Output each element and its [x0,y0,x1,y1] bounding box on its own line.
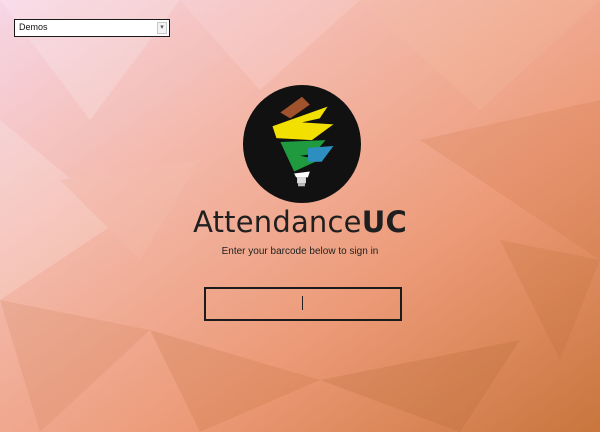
brand-name-bold: UC [361,205,407,239]
brand-name-light: Attendance [193,205,362,239]
app-brand: AttendanceUC [0,205,600,239]
chevron-down-icon[interactable]: ▾ [157,22,167,34]
barcode-input[interactable] [204,287,402,321]
demo-selector[interactable]: Demos ▾ [14,19,170,37]
demo-selector-value: Demos [19,22,48,32]
torch-lamp-logo-icon [243,85,361,203]
text-caret [302,296,303,310]
signin-instructions: Enter your barcode below to sign in [221,246,379,257]
